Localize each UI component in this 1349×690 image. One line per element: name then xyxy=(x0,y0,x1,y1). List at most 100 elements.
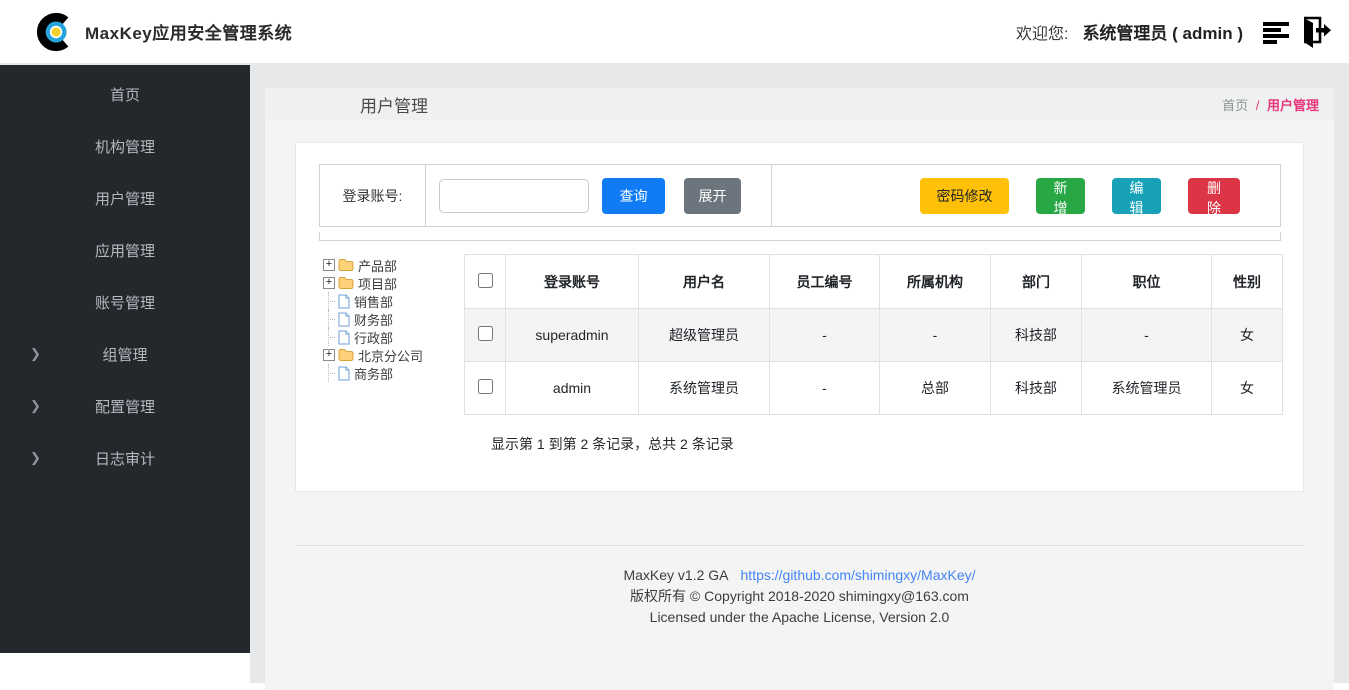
tree-node-label[interactable]: 财务部 xyxy=(354,310,393,329)
select-all-checkbox[interactable] xyxy=(478,273,493,288)
tree-connector xyxy=(323,310,335,328)
sidebar-item-label: 机构管理 xyxy=(95,136,155,157)
sidebar-item-label: 日志审计 xyxy=(95,448,155,469)
sidebar-item-label: 配置管理 xyxy=(95,396,155,417)
github-link[interactable]: https://github.com/shimingxy/MaxKey/ xyxy=(741,567,976,583)
cell-username: 超级管理员 xyxy=(639,309,770,362)
sidebar-item-label: 账号管理 xyxy=(95,292,155,313)
search-cell: 查询 展开 xyxy=(426,165,771,226)
column-header-position: 职位 xyxy=(1082,255,1212,309)
cell-gender: 女 xyxy=(1212,309,1283,362)
delete-button[interactable]: 删除 xyxy=(1188,178,1240,214)
login-account-label: 登录账号: xyxy=(320,165,426,226)
sidebar-item-home[interactable]: 首页 xyxy=(0,68,250,120)
tree-connector xyxy=(323,328,335,346)
sidebar-item-label: 首页 xyxy=(110,84,140,105)
file-icon xyxy=(338,294,350,309)
file-icon xyxy=(338,366,350,381)
tree-node: 商务部 xyxy=(323,364,464,382)
tree-expand-icon[interactable]: + xyxy=(323,259,335,271)
tree-node: + 产品部 xyxy=(323,256,464,274)
table-row[interactable]: superadmin 超级管理员 - - 科技部 - 女 xyxy=(465,309,1283,362)
login-account-input[interactable] xyxy=(439,179,589,213)
cell-organization: - xyxy=(880,309,991,362)
sidebar-item-org-management[interactable]: 机构管理 xyxy=(0,120,250,172)
department-tree: + 产品部 + 项目部 销售部 xyxy=(323,254,464,454)
current-user-label: 系统管理员 ( admin ) xyxy=(1082,19,1243,44)
folder-icon xyxy=(338,348,354,362)
tree-node-label[interactable]: 销售部 xyxy=(354,292,393,311)
column-header-username: 用户名 xyxy=(639,255,770,309)
table-row[interactable]: admin 系统管理员 - 总部 科技部 系统管理员 女 xyxy=(465,362,1283,415)
edit-button[interactable]: 编辑 xyxy=(1112,178,1161,214)
logout-icon[interactable] xyxy=(1296,15,1332,49)
tree-node-label[interactable]: 北京分公司 xyxy=(358,346,423,365)
cell-login: admin xyxy=(506,362,639,415)
chevron-right-icon: ❯ xyxy=(30,346,41,362)
footer-version-line: MaxKey v1.2 GA https://github.com/shiming… xyxy=(265,565,1334,586)
welcome-label: 欢迎您: xyxy=(1016,20,1068,44)
tree-node: 销售部 xyxy=(323,292,464,310)
row-checkbox[interactable] xyxy=(478,326,493,341)
file-icon xyxy=(338,330,350,345)
sidebar-item-group-management[interactable]: ❯ 组管理 xyxy=(0,328,250,380)
query-button[interactable]: 查询 xyxy=(602,178,665,214)
tree-node: 财务部 xyxy=(323,310,464,328)
advanced-search-collapsed-strip xyxy=(319,232,1281,241)
users-table: 登录账号 用户名 员工编号 所属机构 部门 职位 性别 xyxy=(464,254,1283,415)
sidebar-item-user-management[interactable]: 用户管理 xyxy=(0,172,250,224)
cell-login: superadmin xyxy=(506,309,639,362)
titlebar: 用户管理 首页 / 用户管理 xyxy=(265,88,1334,120)
row-checkbox[interactable] xyxy=(478,379,493,394)
tree-node-label[interactable]: 产品部 xyxy=(358,256,397,275)
cell-organization: 总部 xyxy=(880,362,991,415)
sidebar-item-label: 应用管理 xyxy=(95,240,155,261)
tree-expand-icon[interactable]: + xyxy=(323,349,335,361)
tree-node-label[interactable]: 行政部 xyxy=(354,328,393,347)
breadcrumb: 首页 / 用户管理 xyxy=(1222,95,1319,114)
breadcrumb-home-link[interactable]: 首页 xyxy=(1222,98,1248,113)
folder-icon xyxy=(338,258,354,272)
tree-connector xyxy=(323,292,335,310)
maxkey-logo-icon xyxy=(37,10,79,54)
search-toolbar: 登录账号: 查询 展开 密码修改 新增 编辑 删除 xyxy=(319,164,1281,227)
column-header-gender: 性别 xyxy=(1212,255,1283,309)
cell-position: 系统管理员 xyxy=(1082,362,1212,415)
tree-node: + 项目部 xyxy=(323,274,464,292)
tree-expand-icon[interactable]: + xyxy=(323,277,335,289)
footer-version: MaxKey v1.2 GA xyxy=(623,567,728,583)
tree-node-label[interactable]: 商务部 xyxy=(354,364,393,383)
sidebar-item-log-audit[interactable]: ❯ 日志审计 xyxy=(0,432,250,484)
chevron-right-icon: ❯ xyxy=(30,398,41,414)
footer-divider xyxy=(295,545,1304,546)
footer-copyright: 版权所有 © Copyright 2018-2020 shimingxy@163… xyxy=(265,586,1334,607)
menu-list-icon[interactable] xyxy=(1263,20,1290,44)
column-header-organization: 所属机构 xyxy=(880,255,991,309)
add-button[interactable]: 新增 xyxy=(1036,178,1085,214)
column-header-department: 部门 xyxy=(991,255,1082,309)
page-footer: MaxKey v1.2 GA https://github.com/shiming… xyxy=(265,565,1334,628)
records-summary: 显示第 1 到第 2 条记录，总共 2 条记录 xyxy=(491,434,1282,454)
sidebar: 首页 机构管理 用户管理 应用管理 账号管理 ❯ 组管理 ❯ 配置管理 ❯ 日志… xyxy=(0,65,250,653)
change-password-button[interactable]: 密码修改 xyxy=(920,178,1009,214)
cell-department: 科技部 xyxy=(991,362,1082,415)
sidebar-item-config-management[interactable]: ❯ 配置管理 xyxy=(0,380,250,432)
tree-node-label[interactable]: 项目部 xyxy=(358,274,397,293)
users-table-wrap: 登录账号 用户名 员工编号 所属机构 部门 职位 性别 xyxy=(464,254,1282,454)
app-title: MaxKey应用安全管理系统 xyxy=(85,19,292,44)
cell-employee-no: - xyxy=(770,309,880,362)
expand-button[interactable]: 展开 xyxy=(684,178,741,214)
main-area: 用户管理 首页 / 用户管理 登录账号: 查询 展开 密码修改 新增 编辑 xyxy=(250,65,1349,683)
actions-cell: 密码修改 新增 编辑 删除 xyxy=(771,165,1280,226)
cell-department: 科技部 xyxy=(991,309,1082,362)
cell-gender: 女 xyxy=(1212,362,1283,415)
tree-node: + 北京分公司 xyxy=(323,346,464,364)
cell-employee-no: - xyxy=(770,362,880,415)
body-row: + 产品部 + 项目部 销售部 xyxy=(323,254,1303,454)
sidebar-item-app-management[interactable]: 应用管理 xyxy=(0,224,250,276)
tree-node: 行政部 xyxy=(323,328,464,346)
breadcrumb-current: 用户管理 xyxy=(1267,98,1319,113)
sidebar-item-account-management[interactable]: 账号管理 xyxy=(0,276,250,328)
table-header-row: 登录账号 用户名 员工编号 所属机构 部门 职位 性别 xyxy=(465,255,1283,309)
cell-username: 系统管理员 xyxy=(639,362,770,415)
